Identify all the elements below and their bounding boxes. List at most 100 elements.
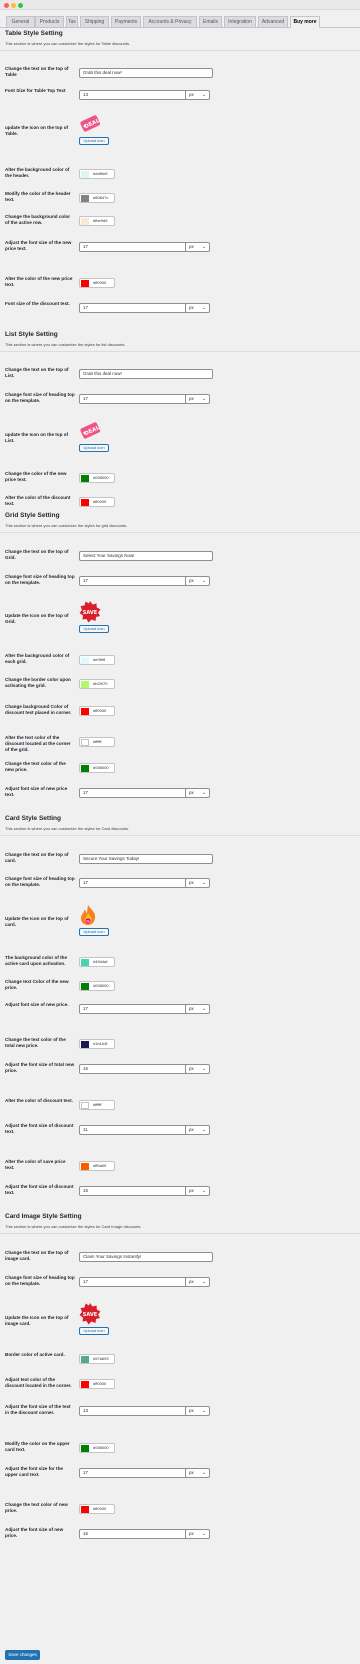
unit-select-value: px — [189, 1188, 194, 1193]
save-changes-button[interactable]: Save changes — [5, 1650, 40, 1660]
color-hex-value: #ff0000 — [93, 499, 107, 504]
color-swatch — [81, 1356, 89, 1363]
setting-label: Alter the background color of each grid. — [5, 653, 70, 664]
font-size-input[interactable]: 17 — [79, 1468, 188, 1478]
tab-buy-more[interactable]: Buy more — [290, 16, 320, 28]
text-input[interactable]: Grab this deal now! — [79, 369, 213, 379]
tab-shipping[interactable]: Shipping — [80, 16, 109, 28]
font-size-input[interactable]: 17 — [79, 242, 188, 252]
unit-select[interactable]: px ⌄ — [185, 1468, 210, 1478]
setting-label: Change the background color of the activ… — [5, 214, 71, 225]
color-picker-button[interactable]: #b2f970 — [79, 679, 115, 689]
color-swatch — [81, 218, 89, 225]
upload-icon-button[interactable]: Upload icon — [79, 137, 109, 145]
unit-select[interactable]: px ⌄ — [185, 303, 210, 313]
text-input[interactable]: Claim Your Savings Instantly! — [79, 1252, 213, 1262]
setting-label: Modify the color on the upper card text. — [5, 1441, 70, 1452]
font-size-input[interactable]: 11 — [79, 1125, 188, 1135]
unit-select[interactable]: px ⌄ — [185, 1277, 210, 1287]
unit-select[interactable]: px ⌄ — [185, 788, 210, 798]
tab-accounts-privacy[interactable]: Accounts & Privacy — [143, 16, 197, 28]
unit-select[interactable]: px ⌄ — [185, 90, 210, 100]
upload-icon-button[interactable]: Upload icon — [79, 444, 109, 452]
upload-icon-button[interactable]: Upload icon — [79, 928, 109, 936]
tab-integration[interactable]: Integration — [224, 16, 256, 28]
font-size-input[interactable]: 17 — [79, 878, 188, 888]
tab-tax[interactable]: Tax — [66, 16, 78, 28]
tab-payments[interactable]: Payments — [111, 16, 141, 28]
unit-select[interactable]: px ⌄ — [185, 1004, 210, 1014]
font-size-input[interactable]: 17 — [79, 576, 188, 586]
color-hex-value: #e0fbff — [93, 657, 106, 662]
setting-label: Adjust the font size of total new price. — [5, 1062, 75, 1073]
color-picker-button[interactable]: #80847c — [79, 193, 115, 203]
color-hex-value: #1b1b4f — [93, 1041, 108, 1046]
font-size-input[interactable]: 13 — [79, 1406, 188, 1416]
unit-select[interactable]: px ⌄ — [185, 1406, 210, 1416]
color-picker-button[interactable]: #ff0000 — [79, 278, 115, 288]
unit-select[interactable]: px ⌄ — [185, 1125, 210, 1135]
maximize-window-dot[interactable] — [18, 3, 23, 8]
unit-select[interactable]: px ⌄ — [185, 878, 210, 888]
color-swatch — [81, 657, 89, 664]
font-size-input[interactable]: 16 — [79, 1064, 188, 1074]
setting-label: Update the Icon on the top of card. — [5, 916, 69, 927]
setting-label: Adjust font size of new price. — [5, 1002, 69, 1007]
tab-advanced[interactable]: Advanced — [258, 16, 288, 28]
unit-select[interactable]: px ⌄ — [185, 1186, 210, 1196]
font-size-input[interactable]: 13 — [79, 90, 188, 100]
color-picker-button[interactable]: #e0fbff — [79, 655, 115, 665]
upload-icon-button[interactable]: Upload icon — [79, 1327, 109, 1335]
color-picker-button[interactable]: #008000 — [79, 473, 115, 483]
tab-general[interactable]: General — [6, 16, 35, 28]
tab-products[interactable]: Products — [35, 16, 64, 28]
color-swatch — [81, 1445, 89, 1452]
color-hex-value: #ddf9e5 — [93, 171, 108, 176]
unit-select[interactable]: px ⌄ — [185, 242, 210, 252]
color-picker-button[interactable]: #ff0000 — [79, 1504, 115, 1514]
font-size-input[interactable]: 17 — [79, 1277, 188, 1287]
font-size-input[interactable]: 17 — [79, 394, 188, 404]
upload-icon-button[interactable]: Upload icon — [79, 625, 109, 633]
unit-select[interactable]: px ⌄ — [185, 576, 210, 586]
svg-text:SAVE: SAVE — [83, 1312, 98, 1318]
color-picker-button[interactable]: #fbe9d5 — [79, 216, 115, 226]
color-picker-button[interactable]: #008000 — [79, 981, 115, 991]
color-picker-button[interactable]: #ff5a00 — [79, 1161, 115, 1171]
minimize-window-dot[interactable] — [11, 3, 16, 8]
font-size-input[interactable]: 16 — [79, 1529, 188, 1539]
color-picker-button[interactable]: #1b1b4f — [79, 1039, 115, 1049]
color-picker-button[interactable]: #49d4af — [79, 957, 115, 967]
color-swatch — [81, 708, 89, 715]
font-size-input[interactable]: 15 — [79, 1186, 188, 1196]
setting-label: update the Icon on the top of List. — [5, 432, 69, 443]
color-picker-button[interactable]: #ddf9e5 — [79, 169, 115, 179]
color-picker-button[interactable]: #ff0000 — [79, 706, 115, 716]
font-size-input[interactable]: 17 — [79, 303, 188, 313]
color-picker-button[interactable]: #ff0000 — [79, 1379, 115, 1389]
color-picker-button[interactable]: #ffffff — [79, 737, 115, 747]
color-picker-button[interactable]: #008000 — [79, 763, 115, 773]
font-size-input[interactable]: 17 — [79, 1004, 188, 1014]
save-badge-icon: SAVE — [79, 601, 101, 628]
deal-tag-icon: DEAL — [79, 420, 101, 445]
setting-label: Modify the color of the header text. — [5, 191, 71, 202]
color-hex-value: #ff0000 — [93, 1506, 107, 1511]
unit-select[interactable]: px ⌄ — [185, 1529, 210, 1539]
chevron-down-icon: ⌄ — [201, 1408, 206, 1414]
text-input[interactable]: Select Your Savings Now! — [79, 551, 213, 561]
setting-label: Adjust the font size of the new price te… — [5, 240, 72, 251]
unit-select[interactable]: px ⌄ — [185, 394, 210, 404]
text-input[interactable]: Grab this deal now! — [79, 68, 213, 78]
color-picker-button[interactable]: #57a693 — [79, 1354, 115, 1364]
color-picker-button[interactable]: #ffffff — [79, 1100, 115, 1110]
close-window-dot[interactable] — [4, 3, 9, 8]
color-picker-button[interactable]: #008000 — [79, 1443, 115, 1453]
chevron-down-icon: ⌄ — [201, 1531, 206, 1537]
font-size-input[interactable]: 17 — [79, 788, 188, 798]
setting-label: Change the text on the top of card. — [5, 852, 69, 863]
tab-emails[interactable]: Emails — [199, 16, 222, 28]
color-picker-button[interactable]: #ff0000 — [79, 497, 115, 507]
text-input[interactable]: Secure Your Savings Today! — [79, 854, 213, 864]
unit-select[interactable]: px ⌄ — [185, 1064, 210, 1074]
